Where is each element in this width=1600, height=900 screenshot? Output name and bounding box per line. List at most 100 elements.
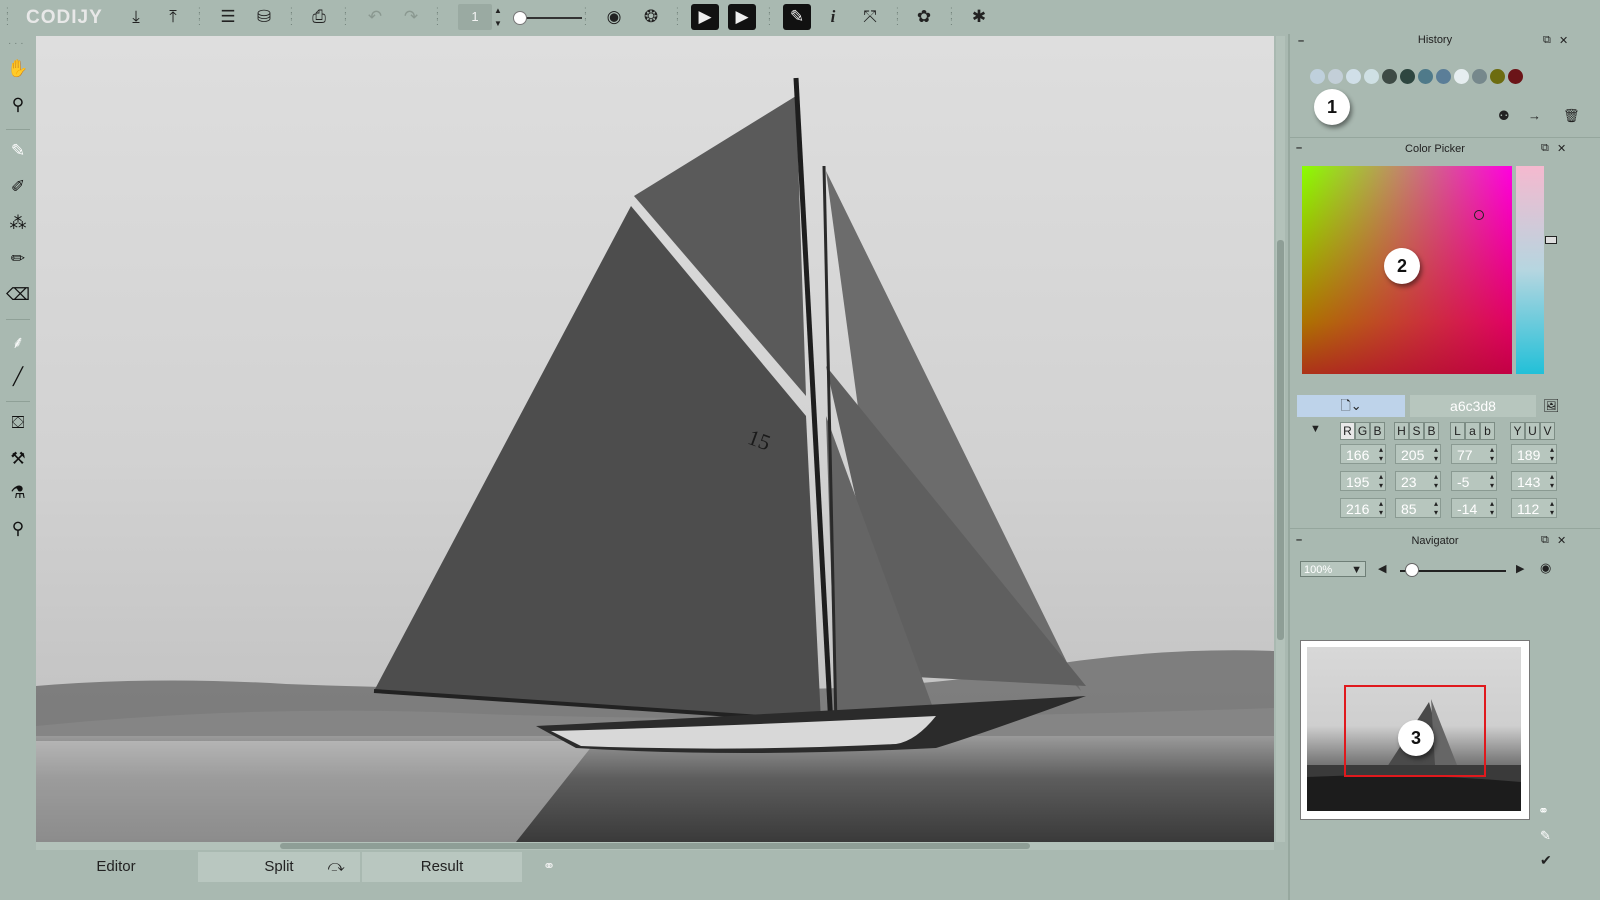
image-canvas[interactable]: 15 (36, 36, 1274, 842)
zoom-slider-handle[interactable] (1405, 563, 1419, 577)
mode-lab-b[interactable]: b (1480, 422, 1495, 440)
history-swatch[interactable] (1436, 69, 1451, 84)
history-group-icon[interactable]: ⚉ (1498, 108, 1510, 124)
navigator-close-button[interactable]: ✕ (1557, 534, 1566, 547)
layers-button[interactable]: ☰ (214, 4, 242, 30)
history-swatch[interactable] (1328, 69, 1343, 84)
paint-bucket-tool[interactable]: ⛋ (5, 410, 31, 436)
debug-button[interactable]: ✱ (965, 4, 993, 30)
toggle-colorization-button[interactable]: ❂ (637, 4, 665, 30)
history-apply-icon[interactable]: → (1528, 108, 1541, 123)
history-swatch[interactable] (1364, 69, 1379, 84)
link-icon[interactable]: ⚭ (1538, 803, 1549, 819)
toolbar-grip[interactable]: : : : (6, 6, 12, 28)
swap-split-icon[interactable]: ⤼ (324, 852, 348, 882)
history-swatch[interactable] (1454, 69, 1469, 84)
fill-pencil-tool[interactable]: ✐ (5, 174, 31, 200)
b-spinbox[interactable]: 216 (1340, 498, 1386, 518)
mode-s[interactable]: S (1409, 422, 1424, 440)
brush-size-stepper[interactable]: ▲ ▼ (494, 4, 502, 30)
mode-a[interactable]: a (1465, 422, 1480, 440)
canvas-horizontal-scroll-thumb[interactable] (280, 843, 1030, 849)
toolbar-grip[interactable]: : : : (344, 6, 350, 28)
history-close-button[interactable]: ✕ (1559, 34, 1568, 47)
mode-l[interactable]: L (1450, 422, 1465, 440)
dropper-brush-tool[interactable]: ⚗ (5, 480, 31, 506)
canvas-vertical-scroll-thumb[interactable] (1277, 240, 1284, 640)
compare-play-button[interactable]: ▶ (691, 4, 719, 30)
colorpicker-float-button[interactable]: ⧉ (1541, 142, 1549, 155)
toolbar-grip[interactable]: : : : (436, 6, 442, 28)
brightness-spinbox[interactable]: 85 (1395, 498, 1441, 518)
toolbar-grip[interactable]: : : : (896, 6, 902, 28)
checkmark-icon[interactable]: ✔ (1540, 852, 1552, 869)
tab-editor[interactable]: Editor (36, 852, 196, 882)
mode-b[interactable]: B (1370, 422, 1385, 440)
recolor-tool[interactable]: ⸙ (5, 328, 31, 354)
print-button[interactable]: ⎙ (305, 4, 333, 30)
y-spinbox[interactable]: 189 (1511, 444, 1557, 464)
color-mode-dropdown[interactable]: 🗋⌄ (1297, 395, 1405, 417)
history-swatch[interactable] (1400, 69, 1415, 84)
eyedropper-tool[interactable]: ⚲ (5, 516, 31, 542)
toolbar-grip[interactable]: : : : (584, 6, 590, 28)
pencil-icon[interactable]: ✎ (1540, 828, 1551, 844)
fullscreen-button[interactable]: ⤧ (856, 4, 884, 30)
navigator-float-button[interactable]: ⧉ (1541, 534, 1549, 547)
mode-y[interactable]: Y (1510, 422, 1525, 440)
color-cursor[interactable] (1474, 210, 1484, 220)
color-pencil-tool[interactable]: ✎ (5, 138, 31, 164)
brush-size-slider-handle[interactable] (513, 11, 527, 25)
save-project-button[interactable]: ⛁ (250, 4, 278, 30)
h-spinbox[interactable]: 205 (1395, 444, 1441, 464)
expand-channels-icon[interactable]: ▼ (1310, 423, 1321, 435)
history-swatch[interactable] (1346, 69, 1361, 84)
zoom-select[interactable]: 100% ▼ (1300, 561, 1366, 577)
info-button[interactable]: i (819, 4, 847, 30)
history-swatch[interactable] (1310, 69, 1325, 84)
lab-b-spinbox[interactable]: -14 (1451, 498, 1497, 518)
a-spinbox[interactable]: -5 (1451, 471, 1497, 491)
g-spinbox[interactable]: 195 (1340, 471, 1386, 491)
l-spinbox[interactable]: 77 (1451, 444, 1497, 464)
tab-result[interactable]: Result (362, 852, 522, 882)
zoom-in-arrow-icon[interactable]: ▶ (1516, 562, 1524, 575)
zoom-out-arrow-icon[interactable]: ◀ (1378, 562, 1386, 575)
toolbar-grip[interactable]: : : : (676, 6, 682, 28)
preview-button[interactable]: ◉ (600, 4, 628, 30)
hue-slider[interactable] (1516, 166, 1557, 374)
s-spinbox[interactable]: 23 (1395, 471, 1441, 491)
screen-picker-icon[interactable]: 🖼 (1543, 398, 1560, 414)
line-tool[interactable]: ╱ (5, 364, 31, 390)
history-delete-icon[interactable]: 🗑 (1563, 108, 1580, 124)
history-swatch[interactable] (1490, 69, 1505, 84)
mode-r[interactable]: R (1340, 422, 1355, 440)
edit-mode-button[interactable]: ✎ (783, 4, 811, 30)
pencil-tool[interactable]: ✏ (5, 246, 31, 272)
import-button[interactable]: ⤓ (122, 4, 150, 30)
history-swatch[interactable] (1382, 69, 1397, 84)
u-spinbox[interactable]: 143 (1511, 471, 1557, 491)
hammer-tool[interactable]: ⚒ (5, 446, 31, 472)
toolbar-grip[interactable]: : : : (198, 6, 204, 28)
mode-br[interactable]: B (1424, 422, 1439, 440)
toolbar-grip[interactable]: · · · (8, 38, 24, 49)
hex-input[interactable]: a6c3d8 (1410, 395, 1536, 417)
eraser-tool[interactable]: ⌫ (5, 282, 31, 308)
export-button[interactable]: ⤒ (159, 4, 187, 30)
zoom-tool[interactable]: ⚲ (5, 92, 31, 118)
compare-link-icon[interactable]: ⚭ (534, 852, 564, 882)
mode-g[interactable]: G (1355, 422, 1370, 440)
history-swatch[interactable] (1508, 69, 1523, 84)
colorpicker-close-button[interactable]: ✕ (1557, 142, 1566, 155)
toolbar-grip[interactable]: : : : (768, 6, 774, 28)
toolbar-grip[interactable]: : : : (290, 6, 296, 28)
v-spinbox[interactable]: 112 (1511, 498, 1557, 518)
colorize-button[interactable]: ▶ (728, 4, 756, 30)
mode-h[interactable]: H (1394, 422, 1409, 440)
history-swatch[interactable] (1472, 69, 1487, 84)
hue-slider-handle[interactable] (1545, 236, 1557, 244)
redo-button[interactable]: ↷ (397, 4, 425, 30)
toolbar-grip[interactable]: : : : (950, 6, 956, 28)
hand-tool[interactable]: ✋ (5, 56, 31, 82)
